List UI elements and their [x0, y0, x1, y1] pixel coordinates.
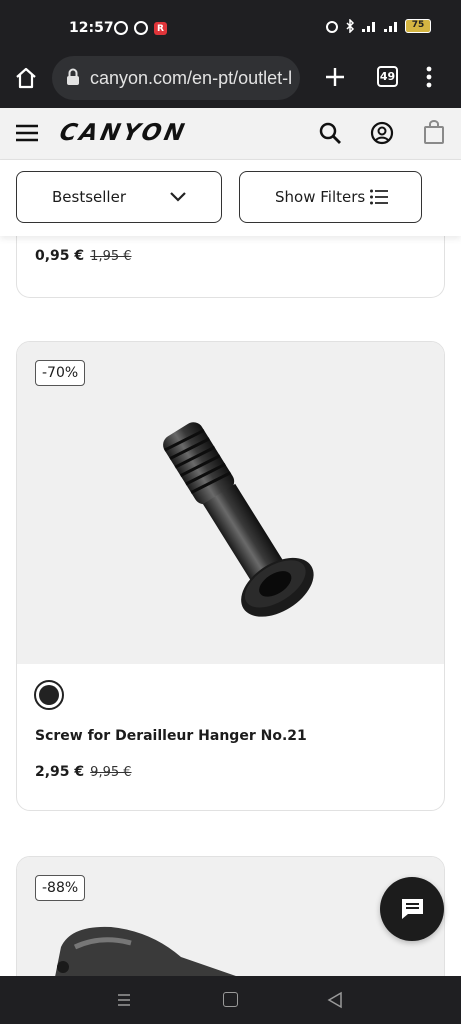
back-icon[interactable]	[327, 991, 343, 1009]
more-icon[interactable]	[426, 66, 432, 88]
tab-switcher-button[interactable]: 49	[377, 66, 398, 87]
old-price: 9,95 €	[90, 765, 132, 780]
sort-label: Bestseller	[52, 188, 126, 206]
site-logo[interactable]: CANYON	[57, 120, 189, 146]
hamburger-icon[interactable]	[16, 124, 38, 142]
price-row: 2,95 € 9,95 €	[35, 764, 132, 780]
recent-apps-icon[interactable]	[116, 992, 132, 1008]
status-bar: 12:57 R 75	[0, 0, 461, 56]
url-text: canyon.com/en-pt/outlet-l	[90, 68, 293, 88]
messenger-icon	[134, 21, 148, 35]
product-card[interactable]: -88%	[16, 856, 445, 996]
discount-badge: -88%	[35, 875, 86, 901]
bag-icon[interactable]	[423, 120, 445, 144]
status-time: 12:57	[69, 20, 114, 36]
lock-icon[interactable]	[66, 68, 80, 86]
price: 0,95 €	[35, 248, 85, 264]
sort-filter-bar: Bestseller Show Filters	[0, 160, 461, 236]
color-swatch[interactable]	[34, 680, 64, 710]
account-icon[interactable]	[370, 121, 394, 145]
home-icon[interactable]	[14, 66, 38, 90]
plus-icon[interactable]	[324, 66, 346, 88]
product-image[interactable]	[127, 402, 347, 632]
product-image-area[interactable]: -70%	[17, 342, 444, 664]
system-nav-bar	[0, 976, 461, 1024]
chat-button[interactable]	[380, 877, 444, 941]
signal-5g-icon	[384, 22, 397, 32]
whatsapp-icon	[114, 21, 128, 35]
site-header: CANYON	[0, 108, 461, 160]
alarm-icon	[326, 21, 338, 33]
system-icons: 75	[325, 19, 431, 33]
chevron-down-icon	[170, 192, 186, 202]
product-title[interactable]: Screw for Derailleur Hanger No.21	[35, 728, 307, 744]
notification-icons: R	[114, 21, 167, 35]
app-notification-icon: R	[154, 21, 167, 35]
browser-toolbar: canyon.com/en-pt/outlet-l 49	[0, 56, 461, 108]
search-icon[interactable]	[318, 121, 342, 145]
address-bar[interactable]: canyon.com/en-pt/outlet-l	[52, 56, 300, 100]
battery-icon: 75	[405, 19, 431, 33]
discount-badge: -70%	[35, 360, 86, 386]
bluetooth-icon	[346, 19, 355, 33]
product-card[interactable]: -70% Screw for Derailleur Hanger No.21 2…	[16, 341, 445, 811]
home-nav-icon[interactable]	[223, 992, 238, 1007]
signal-icon	[362, 22, 375, 32]
chat-icon	[402, 899, 423, 919]
price: 2,95 €	[35, 764, 85, 780]
price-row: 0,95 € 1,95 €	[35, 248, 132, 264]
sort-dropdown[interactable]: Bestseller	[16, 171, 222, 223]
filter-list-icon	[370, 189, 388, 205]
show-filters-button[interactable]: Show Filters	[239, 171, 422, 223]
filter-label: Show Filters	[275, 188, 366, 206]
old-price: 1,95 €	[90, 249, 132, 264]
